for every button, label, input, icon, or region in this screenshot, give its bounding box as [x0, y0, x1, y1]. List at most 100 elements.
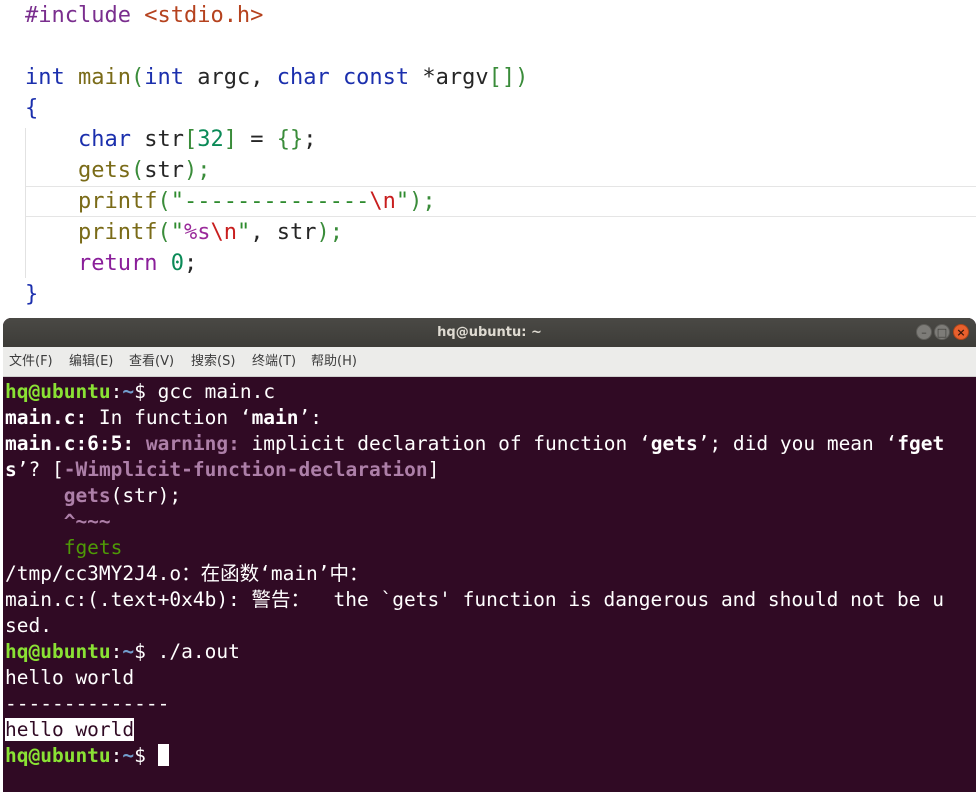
terminal-line-warning-cont: s’? [-Wimplicit-function-declaration] [5, 457, 439, 483]
menu-terminal[interactable]: 终端(T) [252, 347, 296, 377]
paren-close: ); [409, 189, 436, 214]
arg-str: str [144, 158, 184, 183]
terminal-line-linker-warning: main.c:(.text+0x4b): 警告： the `gets' func… [5, 588, 944, 611]
number-literal: 32 [197, 127, 224, 152]
code-line-5[interactable]: char str[32] = {}; [25, 124, 316, 155]
output-text: ’: [298, 406, 323, 429]
terminal-line-prompt-3[interactable]: hq@ubuntu:~$ [5, 743, 169, 769]
code-line-7[interactable]: printf("--------------\n"); [25, 186, 436, 217]
param-argv: *argv [409, 65, 489, 90]
prompt-dollar: $ [134, 744, 158, 767]
terminal-line-suggestion: fgets [5, 535, 123, 561]
caret-marker: ^~~~ [63, 510, 111, 533]
semicolon: ; [183, 251, 198, 276]
paren-open: ( [130, 65, 145, 90]
code-editor[interactable]: #include <stdio.h> int main(int argc, ch… [0, 0, 976, 318]
maximize-icon[interactable]: □ [934, 324, 950, 340]
function-call-printf: printf [77, 220, 158, 245]
string-literal: "-------------- [170, 189, 370, 214]
prompt-user: hq@ubuntu [5, 380, 111, 403]
number-literal: 0 [170, 251, 184, 276]
prompt-user: hq@ubuntu [5, 744, 111, 767]
terminal-line-linker-warning-cont: sed. [5, 614, 52, 637]
output-text: In function ‘ [87, 406, 252, 429]
file-location: main.c:6:5: [5, 432, 135, 455]
terminal-line-caret: ^~~~ [5, 509, 111, 535]
string-quote: " [236, 220, 251, 245]
close-icon[interactable]: × [953, 324, 969, 340]
preprocessor-directive: #include [25, 3, 131, 28]
paren-close: ); [316, 220, 343, 245]
terminal-line-input: hello world [5, 666, 135, 689]
code-line-4[interactable]: { [25, 93, 38, 124]
file-location: main.c: [5, 406, 88, 429]
paren-open: ( [157, 220, 171, 245]
prompt-dollar: $ [134, 380, 158, 403]
code-line-1[interactable]: #include <stdio.h> [25, 0, 263, 31]
command-text: ./a.out [157, 640, 240, 663]
terminal-line-source: gets(str); [5, 483, 181, 509]
arg-str: , str [250, 220, 317, 245]
selected-text[interactable]: hello world [5, 718, 135, 741]
prompt-path: ~ [122, 744, 135, 767]
prompt-user: hq@ubuntu [5, 640, 111, 663]
terminal-window[interactable]: hq@ubuntu: ~ – □ × 文件(F) 编辑(E) 查看(V) 搜索(… [3, 318, 976, 792]
prompt-dollar: $ [134, 640, 158, 663]
keyword-const: const [342, 65, 410, 90]
code-line-9[interactable]: return 0; [25, 248, 197, 279]
param-argc: argc, [183, 65, 277, 90]
paren-close: ); [183, 158, 211, 183]
terminal-line-linker: /tmp/cc3MY2J4.o：在函数‘main’中： [5, 562, 369, 585]
prompt-colon: : [110, 380, 123, 403]
brace-close: } [25, 282, 39, 307]
terminal-line-warning: main.c:6:5: warning: implicit declaratio… [5, 431, 944, 457]
code-line-3[interactable]: int main(int argc, char const *argv[]) [25, 62, 528, 93]
initializer: {} [276, 127, 304, 152]
terminal-line-output: main.c: In function ‘main’: [5, 405, 322, 431]
menu-search[interactable]: 搜索(S) [191, 347, 235, 377]
keyword-return: return [77, 251, 158, 276]
text-cursor [157, 744, 169, 766]
command-text: gcc main.c [157, 380, 276, 403]
output-text: (str); [110, 484, 182, 507]
semicolon: ; [303, 127, 317, 152]
terminal-line-prompt-2: hq@ubuntu:~$ ./a.out [5, 639, 240, 665]
warning-label: warning: [145, 432, 240, 455]
function-name-main: main [78, 65, 131, 90]
string-quote: " [395, 189, 410, 214]
function-name: s [5, 458, 17, 481]
function-name: main [251, 406, 299, 429]
terminal-line-program-output[interactable]: hello world [5, 717, 135, 743]
code-line-6[interactable]: gets(str); [25, 155, 210, 186]
code-line-8[interactable]: printf("%s\n", str); [25, 217, 343, 248]
function-call-gets: gets [77, 158, 131, 183]
title-bar[interactable]: hq@ubuntu: ~ – □ × [3, 318, 976, 347]
minimize-icon[interactable]: – [916, 324, 932, 340]
output-text: ’? [ [16, 458, 64, 481]
keyword-int: int [144, 65, 184, 90]
menu-view[interactable]: 查看(V) [129, 347, 174, 377]
format-specifier: %s [183, 220, 211, 245]
keyword-char: char [77, 127, 131, 152]
include-header: <stdio.h> [144, 3, 264, 28]
prompt-colon: : [110, 744, 123, 767]
menu-bar: 文件(F) 编辑(E) 查看(V) 搜索(S) 终端(T) 帮助(H) [3, 347, 976, 377]
menu-file[interactable]: 文件(F) [9, 347, 53, 377]
bracket-close: ] [223, 127, 237, 152]
code-line-10[interactable]: } [25, 279, 38, 310]
menu-help[interactable]: 帮助(H) [311, 347, 357, 377]
paren-open: ( [157, 189, 171, 214]
menu-edit[interactable]: 编辑(E) [69, 347, 113, 377]
warning-flag: -Wimplicit-function-declaration [63, 458, 428, 481]
output-text: ] [427, 458, 440, 481]
